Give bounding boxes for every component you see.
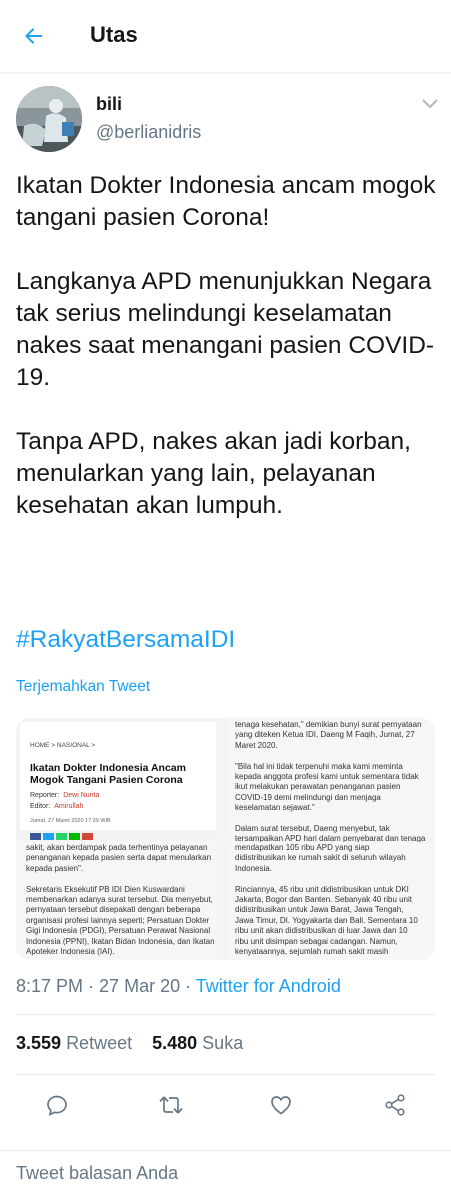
tweet-paragraph: Ikatan Dokter Indonesia ancam mogok tang…	[16, 172, 436, 231]
article-reporter: Reporter: Dewi Nurita	[30, 792, 99, 799]
tweet-body: Ikatan Dokter Indonesia ancam mogok tang…	[16, 170, 441, 522]
whatsapp-icon	[56, 833, 67, 840]
tweet-stats: 3.559 Retweet 5.480 Suka	[16, 1033, 243, 1054]
article-headline: Ikatan Dokter Indonesia Ancam Mogok Tang…	[30, 762, 186, 786]
tweet-paragraph: Langkanya APD menunjukkan Negara tak ser…	[16, 268, 435, 391]
article-text-line: Jakarta, Bogor dan Banten. Sebanyak 40 r…	[235, 895, 413, 904]
like-stat[interactable]: 5.480 Suka	[152, 1033, 243, 1053]
article-text-line: Indonesia.	[235, 863, 272, 873]
tweet-time: 8:17 PM	[16, 976, 84, 996]
like-count: 5.480	[152, 1033, 198, 1053]
tweet-actions	[0, 1084, 451, 1124]
article-text-line: COVID-19 demi melindungi dan menjaga	[235, 792, 381, 802]
meta-separator: ·	[180, 976, 196, 996]
article-text-line: didistribusikan ke rumah sakit di seluru…	[235, 853, 406, 863]
article-text-line: Dalam surat tersebut, Daeng menyebut, ta…	[235, 824, 390, 833]
article-text-line: kenyataannya, sejumlah rumah sakit masih	[235, 947, 389, 956]
article-card: HOME > NASIONAL > Ikatan Dokter Indonesi…	[20, 722, 216, 840]
author-name[interactable]: bili	[96, 94, 122, 115]
like-label: Suka	[202, 1033, 244, 1053]
retweet-icon	[159, 1096, 183, 1114]
tweet-date: 27 Mar 20	[99, 976, 181, 996]
article-text-line: ribu unit akan didistribusikan di luar J…	[235, 926, 408, 936]
article-text-line: penanganan kepada pasien serta dapat men…	[26, 853, 212, 863]
article-text-line: organisasi profesi lainnya seperti; Pers…	[26, 915, 210, 925]
avatar-photo	[16, 86, 82, 152]
share-icon	[385, 1094, 405, 1116]
retweet-count: 3.559	[16, 1033, 62, 1053]
article-text-line: kepada anggota profesi kami untuk sement…	[235, 772, 419, 781]
breadcrumb: HOME > NASIONAL >	[30, 742, 96, 749]
article-text-line: yang diteken Ketua IDI, Daeng M Faqih, J…	[235, 730, 415, 740]
tweet-paragraph: Tanpa APD, nakes akan jadi korban, menul…	[16, 428, 411, 519]
article-text-line: Indonesia (PPNI), Ikatan Bidan Indonesia…	[26, 936, 215, 946]
twitter-icon	[43, 833, 54, 840]
avatar[interactable]	[16, 86, 82, 152]
article-date: Jumat, 27 Maret 2020 17:39 WIB	[30, 818, 111, 824]
media-grid: HOME > NASIONAL > Ikatan Dokter Indonesi…	[16, 718, 435, 960]
translate-tweet-link[interactable]: Terjemahkan Tweet	[16, 678, 150, 696]
back-button[interactable]	[18, 20, 50, 52]
article-text-line: membenarkan adanya surat tersebut. Dia m…	[26, 895, 213, 904]
reply-input[interactable]: Tweet balasan Anda	[16, 1163, 178, 1184]
share-button[interactable]	[380, 1090, 410, 1120]
article-text-line: ribu unit disimpan sebagai cadangan. Nam…	[235, 936, 398, 946]
chevron-down-icon	[422, 99, 438, 109]
reporter-label: Reporter:	[30, 792, 60, 799]
header-divider	[0, 72, 451, 74]
article-text-line: Gigi Indonesia (PDGI), Persatuan Perawat…	[26, 926, 211, 936]
reporter-name: Dewi Nurita	[63, 792, 100, 799]
article-text-line: kepada pasien".	[26, 863, 84, 873]
article-text-line: keselamatan sejawat."	[235, 803, 315, 813]
tweet-author: bili @berlianidris	[0, 86, 451, 156]
line-icon	[69, 833, 80, 840]
tweet-source-link[interactable]: Twitter for Android	[196, 976, 341, 996]
page-title: Utas	[90, 22, 138, 47]
reply-button[interactable]	[42, 1090, 72, 1120]
media-image-1[interactable]: HOME > NASIONAL > Ikatan Dokter Indonesi…	[16, 718, 223, 840]
divider	[16, 1014, 435, 1015]
like-button[interactable]	[266, 1090, 296, 1120]
editor-name: Amirullah	[54, 803, 84, 810]
article-text-line: pernyataan tersebut disepakati dengan be…	[26, 905, 201, 915]
article-text-line: Rinciannya, 45 ribu unit didistribusikan…	[235, 884, 409, 894]
arrow-left-icon	[25, 28, 42, 44]
article-text-line: tenaga kesehatan," demikian bunyi surat …	[235, 720, 422, 729]
editor-label: Editor:	[30, 803, 51, 810]
retweet-button[interactable]	[156, 1090, 186, 1120]
meta-separator: ·	[83, 976, 100, 996]
media-image-2[interactable]: tenaga kesehatan," demikian bunyi surat …	[227, 718, 435, 843]
article-text-line: Maret 2020.	[235, 740, 278, 750]
share-buttons	[30, 833, 93, 840]
article-text-line: mendapatkan 105 ribu APD yang siap	[235, 843, 370, 852]
top-bar: Utas	[0, 0, 451, 72]
article-text-line: "Bila hal ini tidak terpenuhi maka kami …	[235, 761, 403, 771]
author-handle[interactable]: @berlianidris	[96, 122, 201, 143]
article-text-line: ikut melakukan perawatan penanganan pasi…	[235, 782, 401, 792]
article-text-line: Sekretaris Eksekutif PB IDI Dien Kusward…	[26, 884, 185, 894]
tweet-meta: 8:17 PM · 27 Mar 20 · Twitter for Androi…	[16, 976, 341, 997]
reply-icon	[47, 1095, 67, 1116]
retweet-stat[interactable]: 3.559 Retweet	[16, 1033, 132, 1053]
article-text-line: sakit, akan berdampak pada terhentinya p…	[26, 843, 208, 852]
reply-bar: Tweet balasan Anda	[0, 1150, 451, 1200]
like-icon	[271, 1096, 291, 1115]
facebook-icon	[30, 833, 41, 840]
article-text-line: Apoteker Indonesia (IAI).	[26, 947, 115, 956]
article-text-line: didistribusikan untuk Jawa Barat, Jawa T…	[235, 905, 404, 915]
tweet-menu-button[interactable]	[418, 94, 442, 114]
article-text-line: Jawa Timur, DI. Yogyakarta dan Bali. Sem…	[235, 915, 418, 925]
divider	[16, 1074, 435, 1075]
article-editor: Editor: Amirullah	[30, 803, 83, 810]
email-icon	[82, 833, 93, 840]
retweet-label: Retweet	[66, 1033, 133, 1053]
media-image-4[interactable]: mendapatkan 105 ribu APD yang siap didist…	[227, 842, 435, 960]
hashtag-link[interactable]: #RakyatBersamaIDI	[16, 626, 235, 654]
media-image-3[interactable]: sakit, akan berdampak pada terhentinya p…	[16, 842, 223, 960]
